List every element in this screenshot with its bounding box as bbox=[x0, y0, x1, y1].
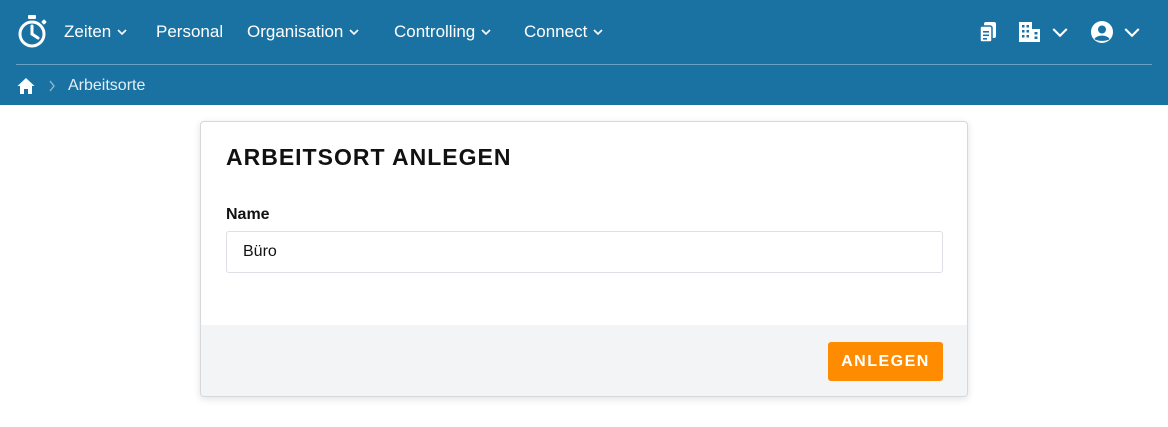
clipboard-icon[interactable] bbox=[977, 21, 999, 43]
breadcrumb: Arbeitsorte bbox=[16, 74, 145, 98]
nav-item-label: Zeiten bbox=[64, 22, 112, 41]
nav-item-label: Organisation bbox=[247, 22, 344, 41]
chevron-down-icon bbox=[349, 29, 359, 36]
user-avatar-icon bbox=[1091, 21, 1113, 43]
chevron-down-icon bbox=[481, 29, 491, 36]
card-footer: ANLEGEN bbox=[201, 325, 967, 396]
breadcrumb-current: Arbeitsorte bbox=[68, 77, 146, 94]
chevron-down-icon bbox=[117, 29, 127, 36]
chevron-down-icon bbox=[1124, 28, 1140, 38]
chevron-down-icon bbox=[1052, 28, 1068, 38]
header-divider bbox=[16, 64, 1152, 65]
top-navigation-bar: Zeiten Personal Organisation Controlling… bbox=[0, 0, 1168, 105]
create-workplace-card: ARBEITSORT ANLEGEN Name ANLEGEN bbox=[200, 121, 968, 397]
page-title: ARBEITSORT ANLEGEN bbox=[226, 144, 512, 170]
name-input[interactable] bbox=[226, 231, 943, 273]
nav-item-zeiten[interactable]: Zeiten bbox=[64, 20, 128, 44]
user-menu[interactable] bbox=[1090, 20, 1142, 44]
nav-item-label: Connect bbox=[524, 22, 588, 41]
chevron-right-icon bbox=[49, 80, 55, 92]
main-nav: Zeiten Personal Organisation Controlling… bbox=[0, 0, 1168, 64]
home-icon[interactable] bbox=[16, 76, 36, 96]
nav-item-label: Personal bbox=[156, 22, 224, 41]
create-button[interactable]: ANLEGEN bbox=[828, 342, 943, 381]
nav-item-label: Controlling bbox=[394, 22, 476, 41]
nav-item-connect[interactable]: Connect bbox=[524, 20, 604, 44]
nav-item-organisation[interactable]: Organisation bbox=[247, 20, 360, 44]
nav-item-controlling[interactable]: Controlling bbox=[394, 20, 492, 44]
nav-item-personal[interactable]: Personal bbox=[156, 20, 223, 44]
organisation-switcher[interactable] bbox=[1018, 20, 1070, 44]
chevron-down-icon bbox=[593, 29, 603, 36]
name-label: Name bbox=[226, 206, 270, 223]
building-icon bbox=[1019, 22, 1040, 42]
stopwatch-logo-icon[interactable] bbox=[16, 14, 48, 50]
